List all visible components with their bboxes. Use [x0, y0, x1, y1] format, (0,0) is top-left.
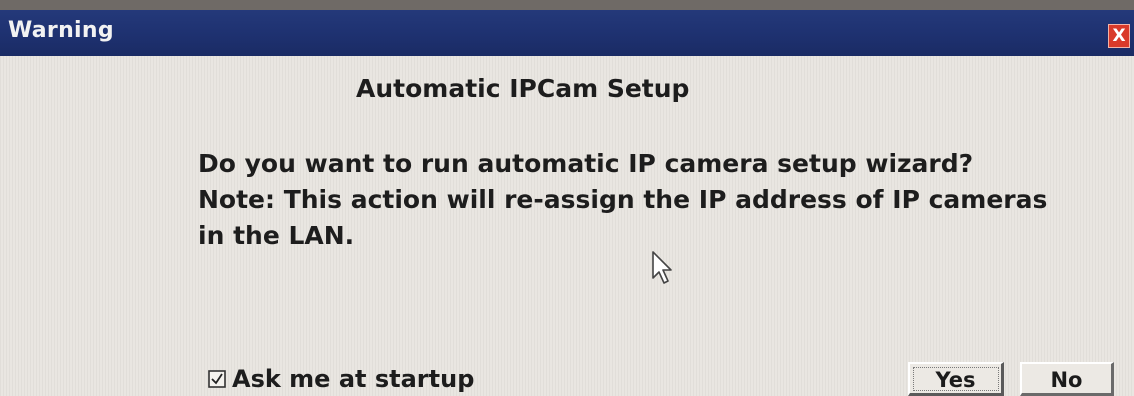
dialog-message: Do you want to run automatic IP camera s…: [198, 146, 1047, 254]
ask-at-startup-checkbox[interactable]: Ask me at startup: [208, 365, 474, 393]
message-line: Do you want to run automatic IP camera s…: [198, 149, 974, 178]
warning-dialog: Warning X Automatic IPCam Setup Do you w…: [0, 10, 1134, 396]
title-bar[interactable]: Warning X: [0, 10, 1134, 56]
message-line: in the LAN.: [198, 221, 355, 250]
no-button[interactable]: No: [1020, 362, 1114, 396]
close-button[interactable]: X: [1108, 24, 1130, 48]
yes-button[interactable]: Yes: [908, 362, 1004, 396]
dialog-heading: Automatic IPCam Setup: [356, 74, 690, 103]
mouse-pointer-icon: [652, 251, 672, 284]
message-line: Note: This action will re-assign the IP …: [198, 185, 1048, 214]
checkbox-label: Ask me at startup: [232, 365, 475, 393]
checkmark-icon[interactable]: [208, 370, 226, 388]
window-title: Warning: [8, 18, 114, 43]
